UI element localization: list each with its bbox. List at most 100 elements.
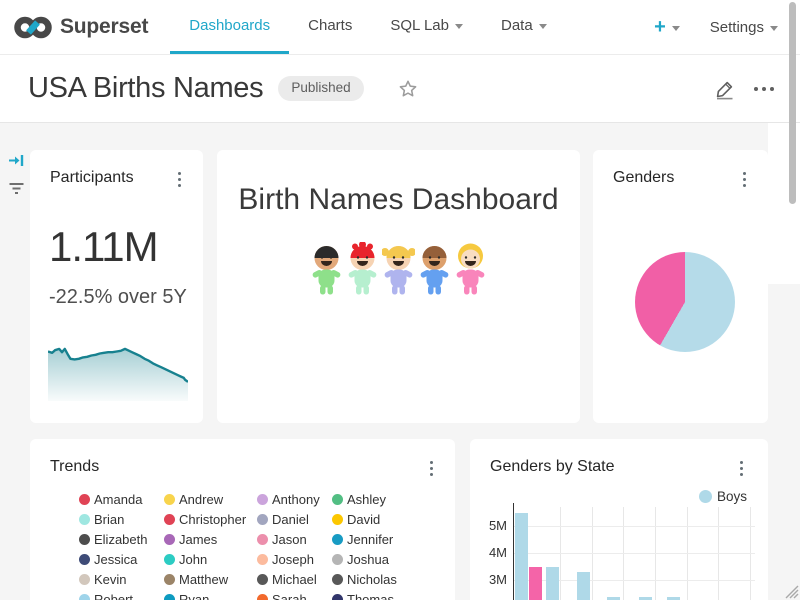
legend-item[interactable]: Brian — [79, 512, 124, 527]
legend-item[interactable]: Ryan — [164, 592, 209, 600]
y-axis-tick: 5M — [475, 518, 507, 533]
legend-label: Jessica — [94, 552, 137, 567]
legend-item[interactable]: James — [164, 532, 217, 547]
chart-resize-handle[interactable] — [781, 581, 799, 600]
legend-item[interactable]: Christopher — [164, 512, 246, 527]
vertical-scrollbar[interactable] — [789, 2, 796, 204]
legend-item[interactable]: Sarah — [257, 592, 307, 600]
legend-label: Joshua — [347, 552, 389, 567]
legend-dot — [164, 534, 175, 545]
gridline — [513, 553, 755, 554]
chart-title: Participants — [50, 169, 134, 187]
nav-charts[interactable]: Charts — [289, 0, 371, 51]
expand-filter-bar-button[interactable] — [8, 152, 25, 174]
legend-item[interactable]: Matthew — [164, 572, 228, 587]
edit-dashboard-button[interactable] — [714, 78, 736, 100]
legend-item[interactable]: Joshua — [332, 552, 389, 567]
bar-boys — [546, 567, 559, 600]
participants-sparkline-chart[interactable] — [48, 335, 188, 403]
legend-dot — [79, 534, 90, 545]
legend-dot — [79, 574, 90, 585]
children-illustration — [217, 242, 580, 296]
legend-label: James — [179, 532, 217, 547]
genders-pie-chart[interactable] — [635, 252, 735, 352]
child-figure — [346, 242, 379, 296]
superset-dashboard-app: Superset Dashboards Charts SQL Lab Data … — [0, 0, 800, 600]
legend-item[interactable]: David — [332, 512, 380, 527]
legend-label: Nicholas — [347, 572, 397, 587]
legend-item[interactable]: Andrew — [164, 492, 223, 507]
legend-dot — [164, 594, 175, 600]
nav-dashboards[interactable]: Dashboards — [170, 0, 289, 54]
arrow-to-bar-icon — [8, 152, 25, 169]
kebab-icon[interactable] — [428, 459, 435, 478]
legend-dot — [257, 554, 268, 565]
legend-label: Ashley — [347, 492, 386, 507]
legend-item[interactable]: Michael — [257, 572, 317, 587]
published-badge[interactable]: Published — [278, 76, 363, 100]
nav-right: + Settings — [654, 0, 778, 54]
main-nav: Dashboards Charts SQL Lab Data — [170, 0, 565, 54]
participants-card: Participants 1.11M -22.5% over 5Y — [30, 150, 203, 423]
legend-dot — [79, 494, 90, 505]
legend-item[interactable]: Daniel — [257, 512, 309, 527]
legend-label: Thomas — [347, 592, 394, 600]
legend-item[interactable]: Ashley — [332, 492, 386, 507]
legend-item[interactable]: Nicholas — [332, 572, 397, 587]
genders-by-state-card: Genders by State Boys 5M4M3M — [470, 439, 768, 600]
more-actions-button[interactable] — [750, 83, 778, 95]
legend-item[interactable]: Jason — [257, 532, 307, 547]
legend-dot — [257, 534, 268, 545]
legend-dot — [257, 594, 268, 600]
legend-dot — [79, 514, 90, 525]
bar-boys — [577, 572, 590, 600]
new-item-button[interactable]: + — [654, 17, 680, 37]
y-axis-tick: 3M — [475, 572, 507, 587]
legend-item[interactable]: Robert — [79, 592, 133, 600]
legend-dot — [164, 554, 175, 565]
legend-item[interactable]: Joseph — [257, 552, 314, 567]
kebab-icon[interactable] — [176, 170, 183, 189]
legend-item[interactable]: Elizabeth — [79, 532, 147, 547]
superset-logo[interactable]: Superset — [14, 14, 148, 41]
page-title: USA Births Names — [28, 72, 263, 105]
legend-label: Jennifer — [347, 532, 393, 547]
legend-item[interactable]: Anthony — [257, 492, 320, 507]
legend-item[interactable]: Kevin — [79, 572, 127, 587]
legend-label: John — [179, 552, 207, 567]
y-axis-line — [513, 503, 514, 600]
pencil-icon — [714, 78, 736, 100]
legend-dot — [332, 534, 343, 545]
legend-item[interactable]: Jennifer — [332, 532, 393, 547]
legend-dot — [79, 554, 90, 565]
legend-label: Christopher — [179, 512, 246, 527]
child-figure — [418, 242, 451, 296]
legend-label: Andrew — [179, 492, 223, 507]
nav-sql-lab[interactable]: SQL Lab — [371, 0, 482, 51]
superset-logo-icon — [14, 14, 52, 41]
legend-item[interactable]: Amanda — [79, 492, 142, 507]
big-number-subheader: -22.5% over 5Y — [49, 286, 187, 309]
nav-data[interactable]: Data — [482, 0, 566, 51]
hero-title: Birth Names Dashboard — [217, 183, 580, 217]
legend-item[interactable]: Thomas — [332, 592, 394, 600]
brand-name: Superset — [60, 15, 148, 39]
legend-label: Brian — [94, 512, 124, 527]
filter-funnel-button[interactable] — [8, 180, 25, 202]
legend-label: David — [347, 512, 380, 527]
genders-by-state-bar-chart[interactable]: 5M4M3M — [470, 439, 768, 600]
resize-grip-icon — [781, 581, 799, 599]
bar-boys — [515, 513, 528, 600]
funnel-icon — [8, 180, 25, 197]
favorite-star-button[interactable] — [397, 78, 419, 100]
star-icon — [397, 78, 419, 100]
legend-item[interactable]: Jessica — [79, 552, 137, 567]
dashboard-header: USA Births Names Published — [0, 55, 800, 123]
legend-label: Ryan — [179, 592, 209, 600]
hero-card: Birth Names Dashboard — [217, 150, 580, 423]
kebab-icon[interactable] — [741, 170, 748, 189]
legend-item[interactable]: John — [164, 552, 207, 567]
caret-down-icon — [455, 24, 463, 29]
caret-down-icon — [539, 24, 547, 29]
settings-menu[interactable]: Settings — [710, 19, 778, 36]
